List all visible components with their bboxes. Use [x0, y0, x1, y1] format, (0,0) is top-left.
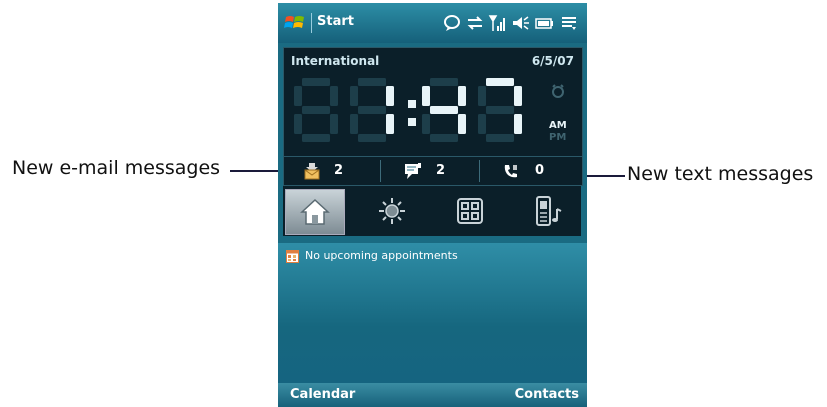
- signal-strength-icon[interactable]: [488, 13, 508, 33]
- digit-segment: [330, 114, 338, 134]
- am-label: AM: [549, 120, 567, 131]
- text-message-icon: [405, 163, 421, 179]
- email-notification[interactable]: 2: [284, 157, 380, 185]
- missed-calls-count: 0: [535, 163, 545, 178]
- email-count: 2: [334, 163, 344, 178]
- digit-segment: [478, 86, 486, 106]
- colon-dot: [408, 118, 416, 126]
- clock-digits: [294, 78, 522, 142]
- text-message-notification[interactable]: 2: [381, 157, 479, 185]
- start-button[interactable]: Start: [317, 14, 354, 29]
- notification-bar: 2 2 0: [283, 156, 583, 186]
- email-callout-label: New e-mail messages: [12, 157, 221, 179]
- tab-strip: [283, 186, 581, 236]
- digit-segment: [422, 114, 430, 134]
- email-envelope-icon: [304, 163, 320, 180]
- alarm-icon: [552, 84, 564, 98]
- calendar-icon: [286, 250, 299, 263]
- digit-segment: [458, 114, 466, 134]
- missed-calls-notification[interactable]: 0: [480, 157, 582, 185]
- status-bar: Start: [278, 3, 587, 43]
- digit-segment: [478, 114, 486, 134]
- digit-segment: [358, 78, 386, 86]
- pm-label: PM: [549, 132, 567, 143]
- speaker-icon[interactable]: [511, 13, 531, 33]
- digit-segment: [294, 114, 302, 134]
- calendar-softkey[interactable]: Calendar: [290, 387, 355, 402]
- digit-segment: [302, 134, 330, 142]
- text-message-count: 2: [436, 163, 446, 178]
- clock-date: 6/5/07: [531, 54, 574, 68]
- windows-logo-icon[interactable]: [284, 12, 306, 34]
- digit-segment: [514, 114, 522, 134]
- battery-icon[interactable]: [534, 13, 554, 33]
- digit-segment: [350, 114, 358, 134]
- tab-launcher[interactable]: [441, 189, 499, 233]
- chat-bubble-icon[interactable]: [442, 13, 462, 33]
- tab-weather[interactable]: [363, 189, 421, 233]
- digit-segment: [358, 134, 386, 142]
- weather-sun-icon: [379, 198, 405, 224]
- digit-segment: [486, 106, 514, 114]
- soft-key-bar: Calendar Contacts: [278, 383, 587, 407]
- digit-segment: [430, 134, 458, 142]
- digit-segment: [302, 106, 330, 114]
- digit-segment: [430, 106, 458, 114]
- agenda-area[interactable]: No upcoming appointments: [278, 243, 587, 383]
- tab-sound[interactable]: [519, 189, 577, 233]
- digit-segment: [350, 86, 358, 106]
- text-callout-label: New text messages: [627, 163, 814, 185]
- no-appointments-text: No upcoming appointments: [305, 249, 458, 262]
- am-pm-indicator: AM PM: [549, 120, 567, 144]
- digit-segment: [358, 106, 386, 114]
- contacts-softkey[interactable]: Contacts: [515, 387, 579, 402]
- phone-music-icon: [536, 196, 562, 226]
- tab-home[interactable]: [285, 189, 345, 235]
- digit-segment: [386, 86, 394, 106]
- digit-segment: [294, 86, 302, 106]
- start-separator: [311, 13, 312, 33]
- home-icon: [300, 198, 330, 225]
- digit-segment: [330, 86, 338, 106]
- launcher-grid-icon: [457, 198, 483, 224]
- digit-segment: [458, 86, 466, 106]
- clock-location: International: [291, 54, 380, 68]
- sync-arrows-icon[interactable]: [465, 13, 485, 33]
- digit-segment: [386, 114, 394, 134]
- menu-icon[interactable]: [559, 13, 579, 33]
- digit-segment: [486, 78, 514, 86]
- digit-segment: [514, 86, 522, 106]
- digit-segment: [486, 134, 514, 142]
- digit-segment: [302, 78, 330, 86]
- missed-call-icon: [504, 165, 517, 178]
- colon-dot: [408, 100, 416, 108]
- clock-time-text: 1:47: [284, 48, 285, 49]
- phone-screen: Start International 6/5/07 AM PM 2 2 0 N…: [278, 3, 587, 407]
- digit-segment: [430, 78, 458, 86]
- clock-panel[interactable]: International 6/5/07 1:47 AM PM: [283, 47, 583, 157]
- digit-segment: [422, 86, 430, 106]
